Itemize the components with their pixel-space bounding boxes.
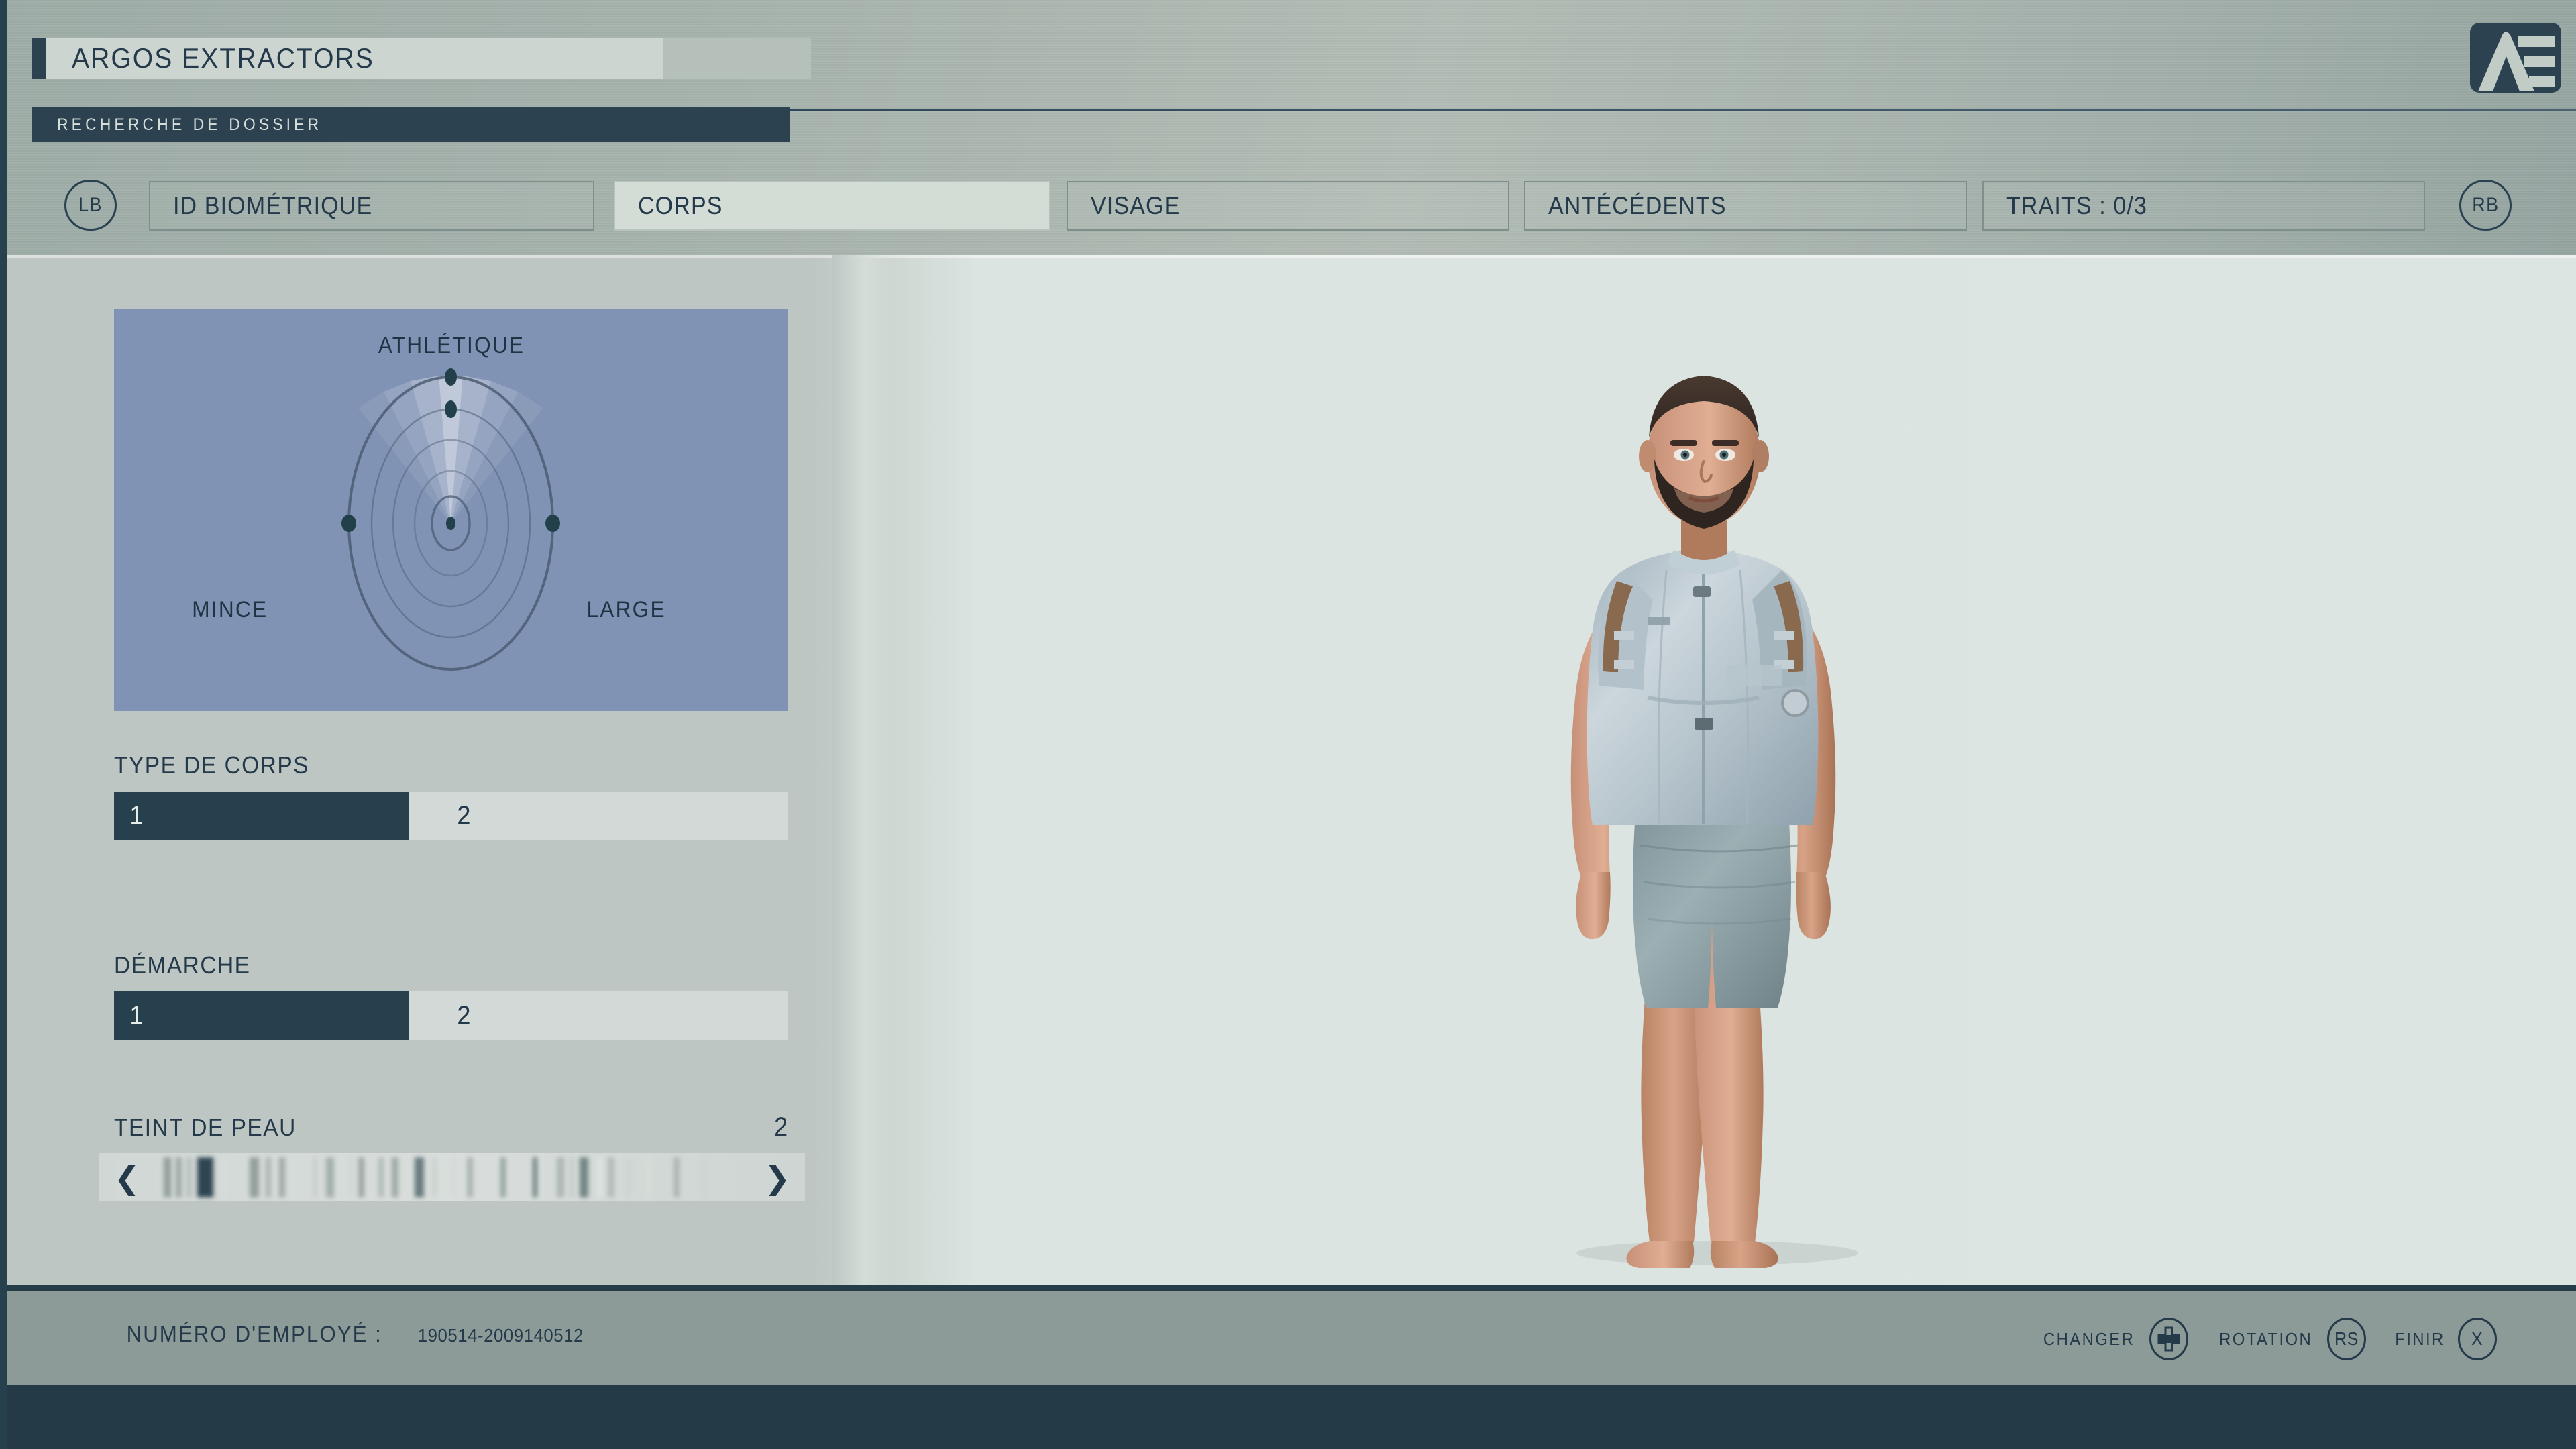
chevron-left-icon[interactable]: ❮ [114, 1163, 140, 1193]
tab-corps[interactable]: CORPS [614, 181, 1050, 231]
tab-antecedents[interactable]: ANTÉCÉDENTS [1524, 181, 1967, 231]
field-type-de-corps: TYPE DE CORPS 1 2 [114, 751, 788, 840]
bottom-letterbox [0, 1385, 2576, 1449]
field-label: DÉMARCHE [114, 951, 251, 979]
tab-id-biometrique[interactable]: ID BIOMÉTRIQUE [149, 181, 594, 231]
title-accent-bar [32, 38, 46, 79]
title-plate: ARGOS EXTRACTORS [46, 38, 663, 79]
subtitle-text: RECHERCHE DE DOSSIER [57, 115, 323, 134]
radar-label-slim: MINCE [192, 597, 268, 623]
skin-tone-ticks [157, 1157, 734, 1197]
prompt-finir[interactable]: FINIR X [2393, 1318, 2497, 1360]
main-stage: ATHLÉTIQUE MINCE LARGE TYPE DE CORPS 1 2… [0, 255, 2576, 1285]
title-plate-extension [663, 38, 811, 79]
prompt-label: FINIR [2395, 1328, 2445, 1349]
skin-tone-value: 2 [773, 1112, 788, 1142]
prompt-label: CHANGER [2043, 1328, 2135, 1349]
button-prompts: CHANGER ROTATION RS FINIR X [2039, 1318, 2497, 1360]
radar-label-wide: LARGE [586, 597, 666, 623]
stick-button-icon[interactable]: RS [2327, 1318, 2367, 1360]
options-sidebar: ATHLÉTIQUE MINCE LARGE TYPE DE CORPS 1 2… [0, 255, 847, 1285]
segment-option-1[interactable]: 1 [114, 991, 409, 1040]
segment-option-2[interactable]: 2 [441, 792, 753, 840]
segmented-control-walk[interactable]: 1 2 [114, 991, 788, 1040]
right-bumper-label: RB [2471, 194, 2500, 216]
carousel-header: TEINT DE PEAU 2 [114, 1112, 788, 1142]
field-label: TYPE DE CORPS [114, 751, 309, 779]
character-model-icon [1570, 376, 1858, 1268]
field-label: TEINT DE PEAU [114, 1114, 297, 1141]
segmented-control-body-type[interactable]: 1 2 [114, 792, 788, 840]
left-edge-band [0, 0, 7, 1449]
header-rule [790, 109, 2576, 111]
ae-logo-icon [2463, 21, 2565, 93]
footer-bar: NUMÉRO D'EMPLOYÉ : 190514-2009140512 CHA… [0, 1291, 2576, 1385]
tab-label: TRAITS : 0/3 [2006, 192, 2147, 219]
subtitle-bar: RECHERCHE DE DOSSIER [32, 107, 790, 142]
left-bumper-label: LB [78, 194, 103, 216]
footer-divider [0, 1285, 2576, 1291]
prompt-rotation[interactable]: ROTATION RS [2215, 1318, 2367, 1360]
tab-bar: LB ID BIOMÉTRIQUE CORPS VISAGE ANTÉCÉDEN… [0, 180, 2576, 236]
tab-traits[interactable]: TRAITS : 0/3 [1982, 181, 2425, 231]
app-title-row: ARGOS EXTRACTORS [32, 38, 811, 79]
prompt-label: ROTATION [2218, 1328, 2313, 1349]
tab-label: CORPS [638, 192, 723, 219]
segment-option-2[interactable]: 2 [441, 991, 753, 1040]
radar-label-athletic: ATHLÉTIQUE [378, 333, 525, 358]
chevron-right-icon[interactable]: ❯ [764, 1163, 790, 1193]
employee-number-block: NUMÉRO D'EMPLOYÉ : 190514-2009140512 [115, 1322, 591, 1348]
employee-number-value: 190514-2009140512 [418, 1325, 584, 1346]
employee-number-label: NUMÉRO D'EMPLOYÉ : [126, 1322, 382, 1347]
character-preview[interactable] [879, 255, 2576, 1285]
right-bumper-button[interactable]: RB [2459, 180, 2512, 231]
prompt-button-glyph: X [2471, 1328, 2483, 1349]
tab-label: VISAGE [1091, 192, 1181, 219]
face-button-icon[interactable]: X [2458, 1318, 2497, 1360]
tab-label: ID BIOMÉTRIQUE [173, 192, 373, 219]
prompt-button-glyph: RS [2334, 1328, 2359, 1349]
tab-visage[interactable]: VISAGE [1067, 181, 1509, 231]
dpad-icon[interactable] [2149, 1318, 2188, 1360]
page-title: ARGOS EXTRACTORS [72, 42, 374, 74]
prompt-changer[interactable]: CHANGER [2039, 1318, 2188, 1360]
field-teint-de-peau: TEINT DE PEAU 2 ❮ ❯ [99, 1112, 805, 1201]
left-bumper-button[interactable]: LB [64, 180, 117, 231]
field-demarche: DÉMARCHE 1 2 [114, 951, 788, 1040]
character-creator-screen: ARGOS EXTRACTORS RECHERCHE DE DOSSIER LB… [0, 0, 2576, 1449]
skin-tone-carousel[interactable]: ❮ ❯ [99, 1153, 805, 1201]
body-type-radar[interactable]: ATHLÉTIQUE MINCE LARGE [114, 309, 788, 711]
tab-label: ANTÉCÉDENTS [1548, 192, 1727, 219]
segment-option-1[interactable]: 1 [114, 792, 409, 840]
